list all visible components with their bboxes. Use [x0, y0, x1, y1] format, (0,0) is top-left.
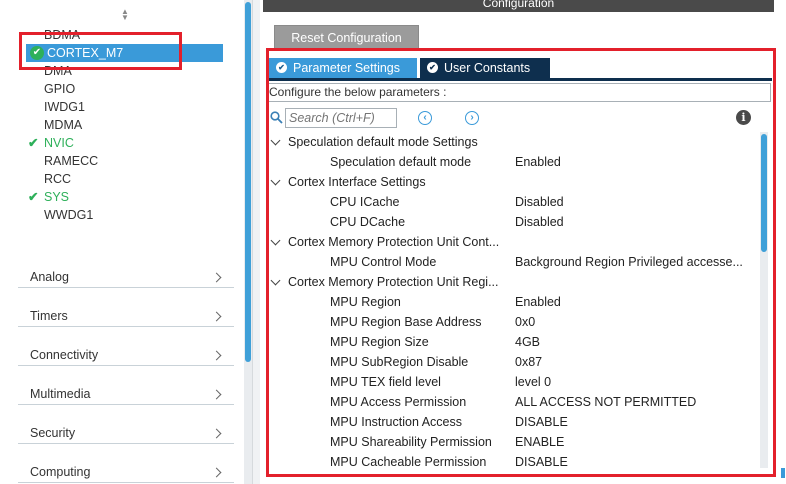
peripheral-label: SYS [44, 190, 70, 204]
peripheral-item[interactable]: WWDG1 [28, 206, 93, 224]
chevron-right-icon [211, 467, 222, 478]
chevron-right-icon [211, 428, 222, 439]
configuration-panel: Configuration Reset Configuration ✔ Param… [260, 0, 786, 484]
chevron-right-icon [211, 389, 222, 400]
left-scrollbar-thumb[interactable] [245, 2, 251, 362]
edge-marker [781, 468, 785, 478]
category-item[interactable]: Timers [18, 299, 234, 327]
peripheral-label: GPIO [44, 82, 76, 96]
highlight-box-cortex [19, 32, 182, 70]
highlight-box-parameters [266, 48, 776, 477]
category-label: Security [30, 426, 76, 440]
category-item[interactable]: Analog [18, 260, 234, 288]
category-item[interactable]: Computing [18, 455, 234, 483]
check-icon: ✔ [28, 190, 39, 204]
category-item[interactable]: Multimedia [18, 377, 234, 405]
peripheral-item[interactable]: IWDG1 [28, 98, 85, 116]
peripheral-label: MDMA [44, 118, 83, 132]
category-item[interactable]: Security [18, 416, 234, 444]
chevron-right-icon [211, 311, 222, 322]
peripheral-item[interactable]: GPIO [28, 80, 75, 98]
peripheral-item[interactable]: RAMECC [28, 152, 98, 170]
peripheral-label: IWDG1 [44, 100, 85, 114]
configuration-title: Configuration [482, 0, 555, 10]
category-label: Multimedia [30, 387, 91, 401]
sort-arrows-icon[interactable]: ▲ ▼ [118, 8, 132, 22]
chevron-right-icon [211, 350, 222, 361]
peripheral-label: NVIC [44, 136, 74, 150]
peripheral-item[interactable]: ✔ SYS [28, 188, 69, 206]
peripheral-label: RCC [44, 172, 72, 186]
panel-divider[interactable] [252, 0, 260, 484]
peripheral-item[interactable]: ✔ NVIC [28, 134, 74, 152]
peripheral-label: RAMECC [44, 154, 99, 168]
left-scrollbar[interactable] [244, 0, 252, 484]
peripheral-label: WWDG1 [44, 208, 94, 222]
reset-configuration-button[interactable]: Reset Configuration [274, 25, 419, 49]
category-label: Timers [30, 309, 68, 323]
check-icon: ✔ [28, 136, 39, 150]
peripheral-item[interactable]: RCC [28, 170, 71, 188]
category-item[interactable]: Connectivity [18, 338, 234, 366]
left-panel: ▲ ▼ BDMA ✔ CORTEX_M7 DMA GPIO IWDG1 MDMA ✔ NVIC RA… [0, 0, 246, 484]
category-label: Connectivity [30, 348, 99, 362]
configuration-header: Configuration [263, 0, 774, 12]
chevron-right-icon [211, 272, 222, 283]
category-label: Analog [30, 270, 69, 284]
peripheral-item[interactable]: MDMA [28, 116, 82, 134]
category-label: Computing [30, 465, 91, 479]
